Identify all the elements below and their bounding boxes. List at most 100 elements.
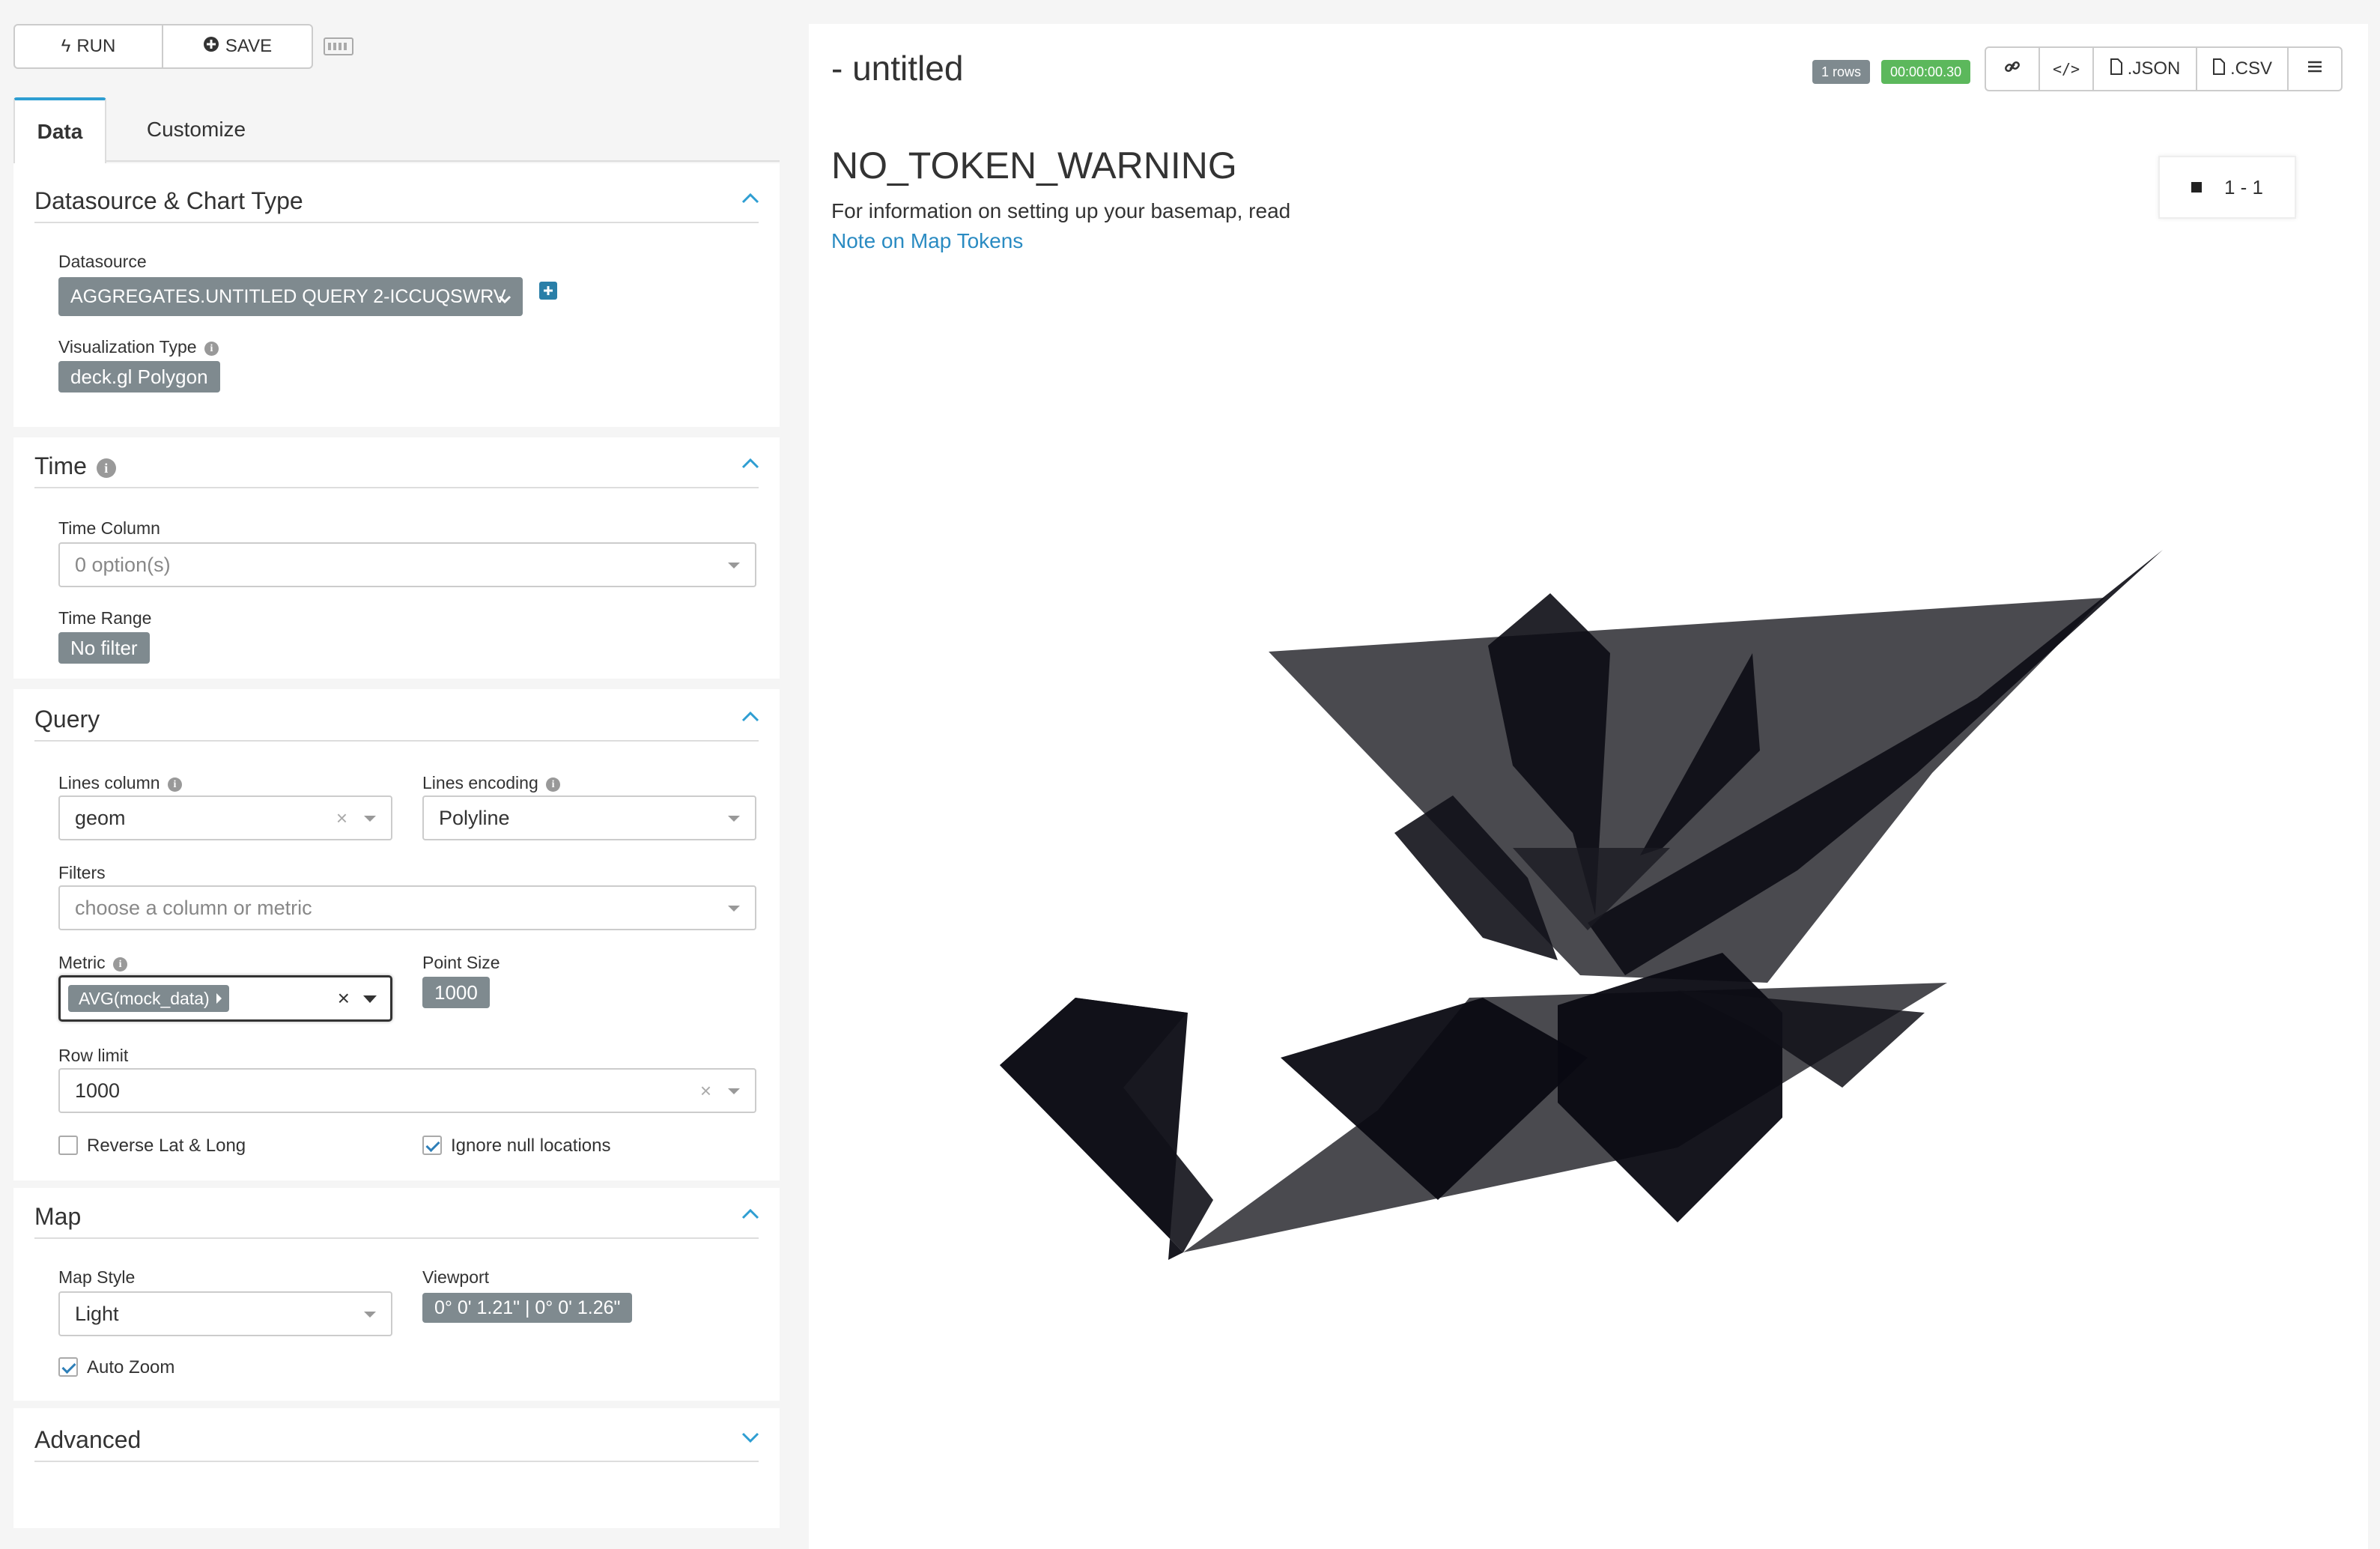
caret-down-icon: [728, 563, 740, 569]
ignore-null-checkbox[interactable]: [422, 1136, 442, 1155]
embed-code-button[interactable]: </>: [2039, 46, 2094, 91]
chevron-up-icon[interactable]: [741, 457, 759, 472]
row-count-badge: 1 rows: [1812, 60, 1871, 84]
chart-title[interactable]: - untitled: [831, 48, 963, 88]
viz-type-label: Visualization Type i: [58, 337, 219, 357]
legend-label: 1 - 1: [2223, 175, 2264, 198]
caret-down-icon[interactable]: [363, 995, 377, 1003]
info-icon[interactable]: i: [167, 777, 182, 792]
info-icon[interactable]: i: [113, 957, 128, 971]
map-style-value: Light: [75, 1303, 119, 1325]
time-range-label: Time Range: [58, 608, 152, 628]
time-range-badge[interactable]: No filter: [58, 632, 150, 664]
clear-icon[interactable]: ×: [338, 986, 350, 1010]
tab-data[interactable]: Data: [13, 97, 106, 163]
chevron-down-icon[interactable]: [741, 1431, 759, 1446]
metric-select[interactable]: AVG(mock_data) ×: [58, 975, 392, 1022]
lines-encoding-value: Polyline: [439, 807, 510, 829]
time-section-header[interactable]: Time i: [34, 451, 759, 488]
lines-encoding-label: Lines encoding i: [422, 773, 561, 793]
filters-label: Filters: [58, 863, 106, 882]
filters-select[interactable]: choose a column or metric: [58, 885, 756, 930]
map-legend: 1 - 1: [2158, 156, 2296, 219]
section-title: Map: [34, 1203, 82, 1230]
reverse-lat-long-label: Reverse Lat & Long: [87, 1136, 246, 1156]
metric-label-text: Metric: [58, 953, 106, 972]
export-csv-label: .CSV: [2229, 58, 2272, 79]
deckgl-polygon-map[interactable]: [809, 24, 2368, 1549]
datasource-select[interactable]: AGGREGATES.UNTITLED QUERY 2-ICCUQSWRV: [58, 277, 523, 316]
chevron-up-icon[interactable]: [741, 192, 759, 207]
file-icon: [2212, 58, 2226, 81]
clear-icon[interactable]: ×: [336, 797, 347, 839]
viewport-badge[interactable]: 0° 0' 1.21" | 0° 0' 1.26": [422, 1293, 633, 1323]
info-icon[interactable]: i: [546, 777, 561, 792]
advanced-section-header[interactable]: Advanced: [34, 1425, 759, 1462]
link-icon: [2003, 58, 2021, 81]
metric-pill[interactable]: AVG(mock_data): [68, 985, 229, 1012]
info-icon[interactable]: i: [204, 342, 219, 356]
time-column-label: Time Column: [58, 518, 160, 538]
viz-type-badge[interactable]: deck.gl Polygon: [58, 361, 220, 392]
point-size-badge[interactable]: 1000: [422, 977, 490, 1008]
bolt-icon: ϟ: [61, 36, 71, 56]
caret-down-icon: [728, 1088, 740, 1094]
time-section: Time i Time Column 0 option(s) Time Rang…: [13, 437, 780, 679]
legend-swatch: [2191, 182, 2202, 193]
row-limit-label: Row limit: [58, 1046, 129, 1065]
caret-down-icon: [728, 906, 740, 912]
export-csv-button[interactable]: .CSV: [2196, 46, 2289, 91]
plus-circle-icon: [203, 36, 219, 58]
metric-value: AVG(mock_data): [79, 989, 210, 1008]
datasource-value: AGGREGATES.UNTITLED QUERY 2-ICCUQSWRV: [70, 286, 506, 307]
auto-zoom-label: Auto Zoom: [87, 1357, 175, 1377]
save-button[interactable]: SAVE: [163, 24, 313, 69]
section-title: Query: [34, 706, 100, 733]
more-menu-button[interactable]: [2287, 46, 2343, 91]
datasource-section-header[interactable]: Datasource & Chart Type: [34, 186, 759, 223]
tab-customize-label: Customize: [146, 118, 246, 141]
polygon-shape: [1558, 953, 1782, 1222]
tab-customize[interactable]: Customize: [106, 97, 286, 162]
map-section: Map Map Style Light Viewport 0° 0' 1.21"…: [13, 1188, 780, 1401]
polygon-layer: [1000, 550, 2163, 1260]
chart-actions: </> .JSON .CSV: [1985, 46, 2343, 91]
viz-type-label-text: Visualization Type: [58, 337, 197, 357]
export-json-label: .JSON: [2127, 58, 2181, 79]
chevron-up-icon[interactable]: [741, 1207, 759, 1222]
chevron-down-icon: [497, 279, 512, 318]
lines-column-value: geom: [75, 807, 126, 829]
map-tokens-link[interactable]: Note on Map Tokens: [831, 229, 1023, 253]
filters-placeholder: choose a column or metric: [75, 897, 312, 919]
warning-title: NO_TOKEN_WARNING: [831, 145, 1237, 187]
map-section-header[interactable]: Map: [34, 1201, 759, 1239]
file-icon: [2110, 58, 2123, 81]
time-column-select[interactable]: 0 option(s): [58, 542, 756, 587]
map-style-select[interactable]: Light: [58, 1291, 392, 1336]
auto-zoom-checkbox[interactable]: [58, 1357, 78, 1377]
warning-text: For information on setting up your basem…: [831, 199, 1291, 222]
chevron-up-icon[interactable]: [741, 710, 759, 725]
time-title-text: Time: [34, 452, 87, 479]
run-save-group: ϟ RUN SAVE: [13, 24, 313, 69]
query-section: Query Lines column i geom × Lines encodi…: [13, 689, 780, 1180]
clear-icon[interactable]: ×: [700, 1070, 711, 1112]
caret-right-icon: [216, 993, 222, 1004]
lines-column-select[interactable]: geom ×: [58, 795, 392, 840]
add-datasource-icon[interactable]: [539, 282, 557, 300]
share-link-button[interactable]: [1985, 46, 2040, 91]
tab-data-label: Data: [37, 120, 83, 143]
keyboard-icon[interactable]: [324, 37, 353, 55]
viewport-label: Viewport: [422, 1267, 490, 1287]
query-section-header[interactable]: Query: [34, 704, 759, 742]
run-button-label: RUN: [76, 36, 116, 56]
lines-encoding-select[interactable]: Polyline: [422, 795, 756, 840]
row-limit-select[interactable]: 1000 ×: [58, 1068, 756, 1113]
query-toolbar: ϟ RUN SAVE: [13, 24, 353, 69]
run-button[interactable]: ϟ RUN: [13, 24, 163, 69]
caret-down-icon: [364, 816, 376, 822]
export-json-button[interactable]: .JSON: [2092, 46, 2197, 91]
info-icon[interactable]: i: [96, 458, 116, 478]
reverse-lat-long-checkbox[interactable]: [58, 1136, 78, 1155]
row-limit-value: 1000: [75, 1079, 121, 1102]
